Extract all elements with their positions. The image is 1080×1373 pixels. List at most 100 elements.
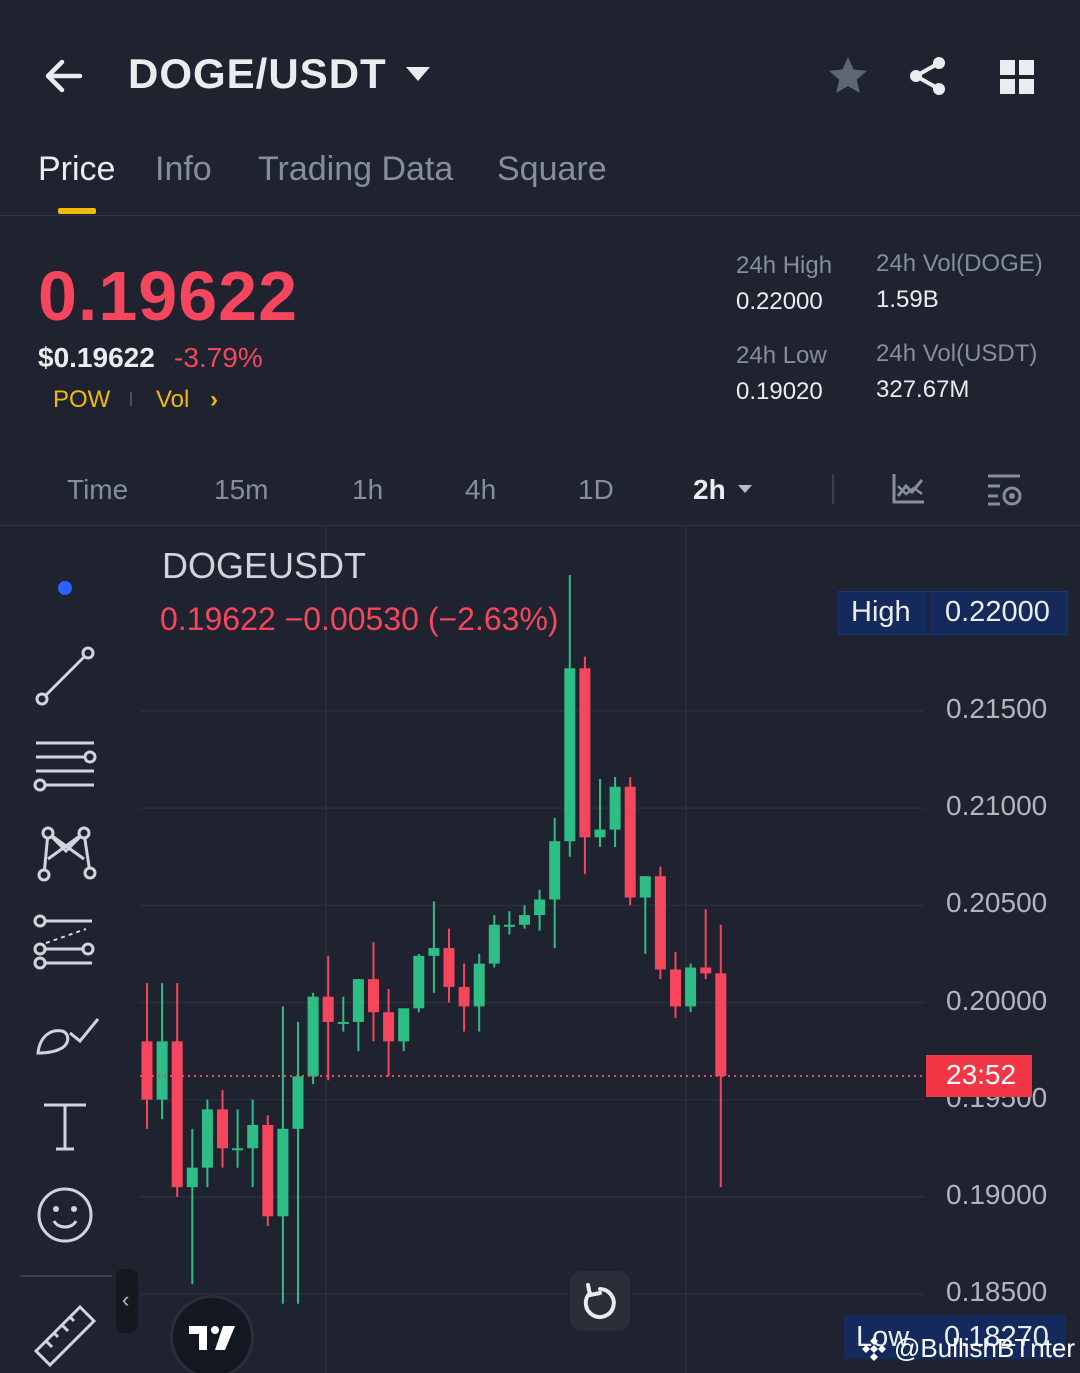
chart-legend: 0.19622 −0.00530 (−2.63%)	[160, 601, 559, 637]
y-tick-label: 0.20000	[946, 984, 1048, 1016]
candle-body	[443, 948, 455, 987]
interval-1h[interactable]: 1h	[352, 474, 383, 506]
last-price: 0.19622	[38, 257, 299, 335]
active-tab-indicator	[58, 208, 96, 214]
tab-price[interactable]: Price	[38, 150, 115, 189]
y-tick-label: 0.21500	[946, 693, 1048, 724]
chart-settings-icon[interactable]	[984, 470, 1024, 508]
tab-trading-data[interactable]: Trading Data	[258, 150, 453, 189]
y-tick-label: 0.20500	[946, 887, 1048, 919]
candle-body	[488, 924, 500, 964]
share-icon[interactable]	[906, 54, 950, 98]
candle-countdown: 23:52	[926, 1055, 1032, 1097]
interval-15m[interactable]: 15m	[214, 474, 268, 506]
tab-bar: Price Info Trading Data Square	[0, 140, 1080, 216]
interval-time[interactable]: Time	[67, 474, 128, 506]
candle-body	[549, 841, 561, 900]
reset-chart-button[interactable]	[570, 1271, 630, 1331]
tag-vol[interactable]: Vol	[156, 386, 189, 414]
grid-icon[interactable]	[996, 56, 1038, 98]
candle-body	[141, 1041, 153, 1100]
binance-logo-icon	[862, 1337, 886, 1361]
countdown-value: 23:52	[946, 1059, 1017, 1090]
candle-body	[579, 668, 591, 838]
price-change-percent: -3.79%	[174, 342, 263, 373]
interval-2h[interactable]: 2h	[693, 474, 726, 506]
candle-body	[232, 1148, 244, 1151]
caret-down-icon[interactable]	[737, 484, 753, 494]
candle-body	[186, 1167, 198, 1188]
candle-body	[670, 969, 681, 1007]
candle-body	[292, 1076, 304, 1129]
refresh-icon	[583, 1283, 616, 1319]
candle-body	[624, 786, 636, 898]
candle-body	[307, 996, 319, 1077]
back-arrow-icon[interactable]	[40, 52, 90, 100]
watermark-text: @BullishBTnter	[894, 1333, 1076, 1363]
interval-4h[interactable]: 4h	[465, 474, 496, 506]
candle-body	[639, 876, 651, 898]
high-marker: High 0.22000	[838, 591, 1068, 636]
high-24h-value: 0.22000	[736, 288, 823, 315]
chevron-right-icon[interactable]: ›	[210, 386, 218, 414]
candle-body	[519, 915, 530, 925]
y-tick-label: 0.18500	[946, 1276, 1048, 1307]
candle-body	[413, 955, 425, 1009]
y-tick-label: 0.21000	[946, 790, 1048, 822]
high-marker-divider	[927, 592, 929, 636]
high-marker-value: 0.22000	[945, 596, 1050, 628]
candle-body	[277, 1128, 289, 1217]
low-24h-value: 0.19020	[736, 378, 823, 405]
candle-body	[156, 1041, 168, 1100]
star-icon[interactable]	[826, 54, 870, 98]
candlestick-chart[interactable]	[0, 527, 1080, 1373]
candle-body	[262, 1124, 274, 1217]
candle-body	[609, 786, 621, 830]
low-24h-label: 24h Low	[736, 342, 827, 369]
candles	[141, 574, 727, 1304]
vol-usdt-value: 327.67M	[876, 376, 970, 403]
high-24h-label: 24h High	[736, 252, 833, 279]
candle-body	[383, 1012, 395, 1042]
candle-body	[458, 986, 470, 1007]
candle-body	[337, 1021, 349, 1024]
tradingview-logo[interactable]	[170, 1295, 254, 1373]
chart-grid	[140, 527, 924, 1373]
candle-body	[201, 1109, 213, 1168]
candle-body	[247, 1124, 259, 1149]
candle-body	[171, 1041, 183, 1188]
pair-title[interactable]: DOGE/USDT	[128, 50, 387, 98]
candle-body	[352, 979, 364, 1022]
candle-body	[594, 829, 606, 838]
candle-body	[428, 948, 440, 956]
vol-doge-value: 1.59B	[876, 286, 939, 313]
candle-body	[503, 924, 515, 927]
candle-body	[654, 876, 666, 970]
interval-separator	[832, 474, 834, 504]
chart-symbol: DOGEUSDT	[162, 545, 367, 586]
top-bar: DOGE/USDT	[0, 0, 1080, 150]
tag-separator	[130, 392, 132, 406]
candle-body	[398, 1008, 410, 1042]
high-marker-label: High	[851, 596, 911, 628]
indicator-icon[interactable]	[890, 472, 926, 506]
candle-body	[700, 967, 712, 974]
candle-body	[322, 996, 334, 1022]
tag-pow[interactable]: POW	[53, 386, 110, 414]
tab-info[interactable]: Info	[155, 150, 212, 189]
chart-area[interactable]: ‹ DOGEUSDT 0.19622 −0.00530 (−2.63%) 0.2…	[0, 527, 1080, 1373]
interval-1d[interactable]: 1D	[578, 474, 614, 506]
candle-body	[534, 899, 546, 916]
caret-down-icon[interactable]	[404, 64, 432, 84]
vol-doge-label: 24h Vol(DOGE)	[876, 250, 1043, 277]
candle-body	[715, 973, 727, 1076]
candle-body	[564, 668, 576, 842]
candle-body	[368, 979, 379, 1013]
vol-usdt-label: 24h Vol(USDT)	[876, 340, 1038, 367]
tradingview-logo-icon	[189, 1326, 235, 1350]
tab-square[interactable]: Square	[497, 150, 607, 189]
usd-price: $0.19622	[38, 342, 155, 373]
candle-body	[685, 967, 697, 1007]
y-tick-label: 0.19000	[946, 1178, 1048, 1210]
candle-body	[217, 1109, 228, 1149]
